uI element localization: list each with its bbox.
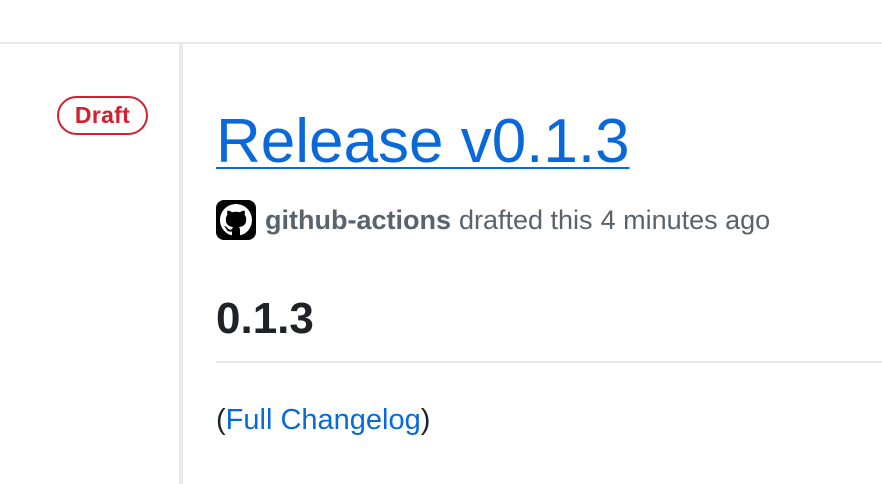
- github-mark-icon[interactable]: [216, 200, 256, 240]
- open-paren: (: [216, 404, 226, 436]
- changelog-line: (Full Changelog): [216, 402, 430, 438]
- action-text: drafted this: [458, 204, 593, 235]
- close-paren: ): [420, 404, 431, 436]
- release-meta: github-actions drafted this 4 minutes ag…: [216, 200, 770, 240]
- version-heading: 0.1.3: [216, 294, 314, 343]
- timeline-rail: [179, 44, 183, 484]
- relative-time: 4 minutes ago: [600, 204, 771, 235]
- heading-divider: [216, 361, 882, 363]
- header-divider: [0, 42, 882, 44]
- author-link[interactable]: github-actions: [265, 205, 451, 236]
- release-title-link[interactable]: Release v0.1.3: [216, 106, 630, 178]
- draft-status-badge: Draft: [57, 96, 148, 135]
- full-changelog-link[interactable]: Full Changelog: [226, 404, 421, 436]
